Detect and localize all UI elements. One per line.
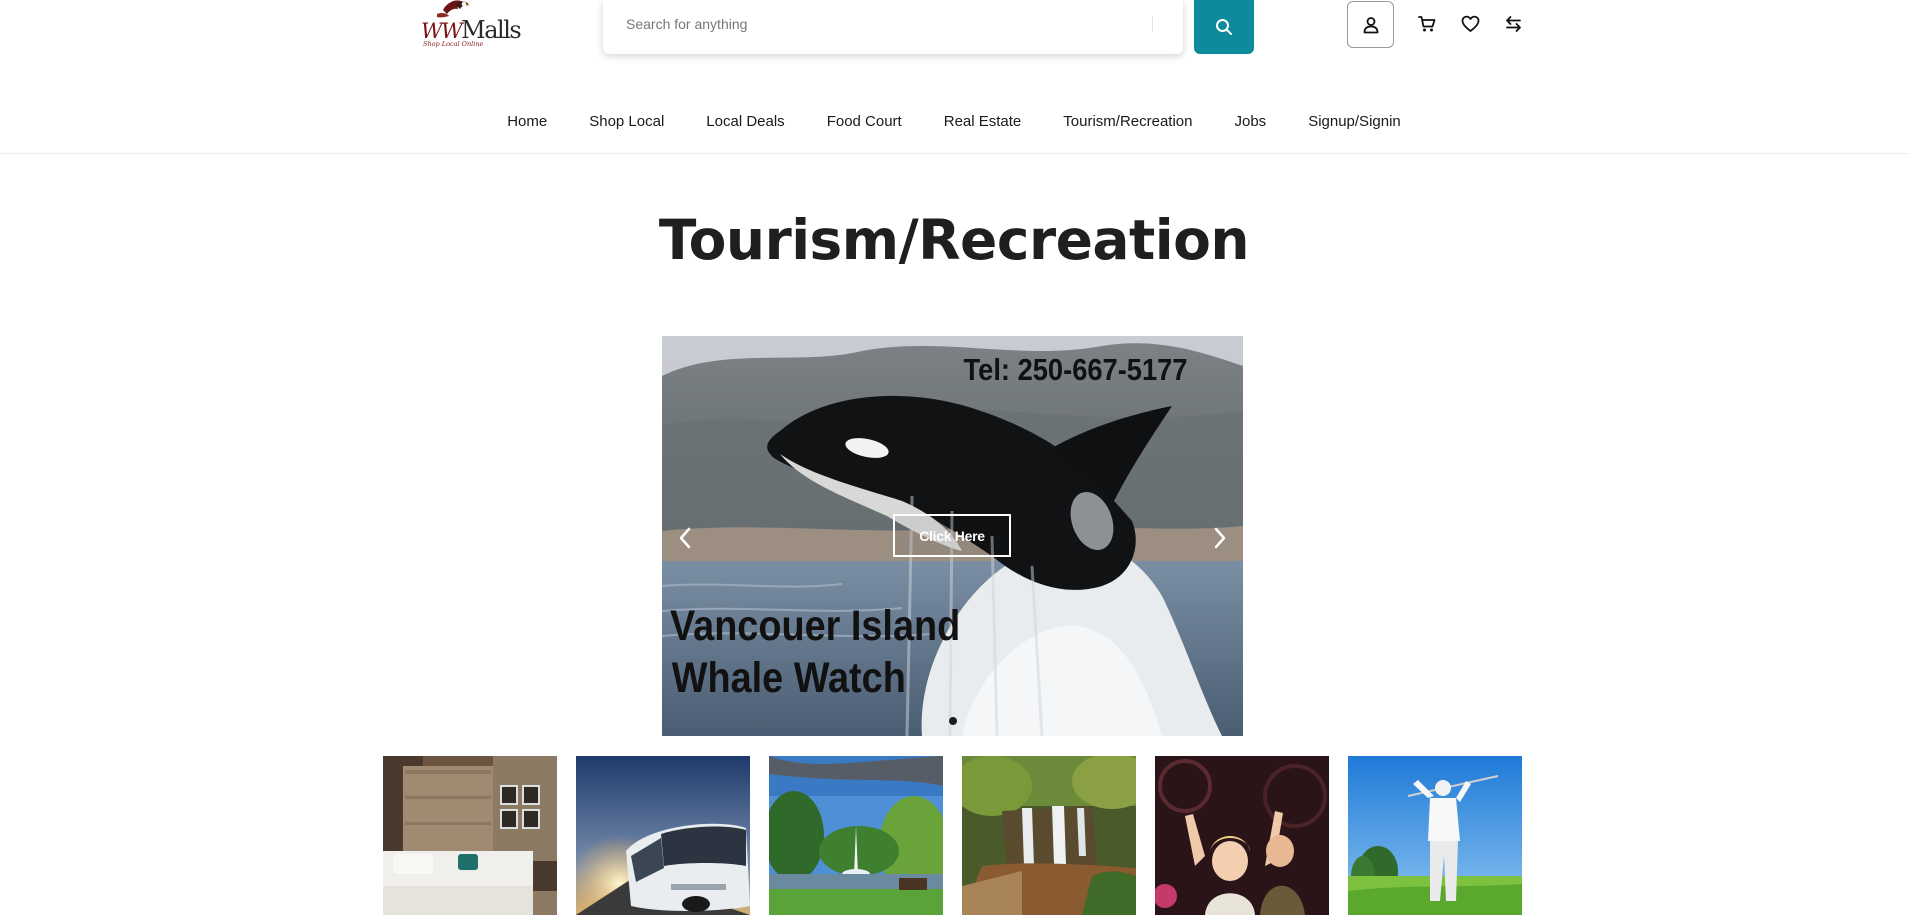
slide-headline-line1: Vancouer Island — [670, 602, 961, 650]
thumb-golfer[interactable] — [1348, 756, 1522, 915]
thumb-hotel-room[interactable] — [383, 756, 557, 915]
site-logo[interactable]: WWMalls Shop Local Online — [405, 0, 522, 52]
hotel-room-image — [383, 756, 557, 915]
cart-icon — [1418, 16, 1436, 32]
carousel-dot-active[interactable] — [948, 717, 957, 725]
nav-item-signup-signin[interactable]: Signup/Signin — [1308, 113, 1401, 130]
nav-item-real-estate[interactable]: Real Estate — [944, 113, 1022, 130]
slide-phone: Tel: 250-667-5177 — [963, 352, 1187, 387]
chevron-left-icon — [679, 527, 691, 549]
thumb-waterfall[interactable] — [962, 756, 1136, 915]
nav-item-tourism-recreation[interactable]: Tourism/Recreation — [1063, 113, 1192, 130]
nav-item-local-deals[interactable]: Local Deals — [706, 113, 784, 130]
page-title: Tourism/Recreation — [658, 208, 1250, 272]
theatre-performers-image — [1155, 756, 1329, 915]
nav-item-shop-local[interactable]: Shop Local — [589, 113, 664, 130]
search-divider — [1152, 16, 1153, 32]
compare-arrows-icon — [1505, 16, 1521, 32]
account-button[interactable] — [1347, 1, 1394, 48]
carousel-prev-button[interactable] — [674, 524, 696, 552]
nav-item-food-court[interactable]: Food Court — [827, 113, 902, 130]
category-thumbnails — [383, 756, 1523, 915]
search-button[interactable] — [1194, 0, 1254, 54]
carousel-next-button[interactable] — [1209, 524, 1231, 552]
tour-bus-image — [576, 756, 750, 915]
hero-carousel: Tel: 250-667-5177 Vancouer Island Whale … — [662, 336, 1243, 736]
golfer-image — [1348, 756, 1522, 915]
search-bar — [603, 0, 1183, 54]
user-icon — [1363, 16, 1378, 33]
nav-item-jobs[interactable]: Jobs — [1235, 113, 1267, 130]
main-nav: Home Shop Local Local Deals Food Court R… — [0, 100, 1908, 142]
heart-icon — [1461, 15, 1479, 32]
search-icon — [1216, 19, 1232, 35]
carousel-indicators — [662, 717, 1243, 725]
thumb-park-fountain[interactable] — [769, 756, 943, 915]
compare-button[interactable] — [1500, 11, 1526, 37]
slide-headline: Vancouer Island Whale Watch — [670, 600, 961, 704]
wishlist-button[interactable] — [1457, 11, 1483, 37]
chevron-right-icon — [1214, 527, 1226, 549]
park-fountain-image — [769, 756, 943, 915]
waterfall-image — [962, 756, 1136, 915]
thumb-theatre-performers[interactable] — [1155, 756, 1329, 915]
logo-tagline: Shop Local Online — [423, 40, 484, 48]
nav-item-home[interactable]: Home — [507, 113, 547, 130]
nav-divider — [0, 153, 1908, 154]
thumb-tour-bus[interactable] — [576, 756, 750, 915]
slide-headline-line2: Whale Watch — [671, 654, 906, 702]
cart-button[interactable] — [1414, 11, 1440, 37]
search-input[interactable] — [603, 0, 1143, 48]
click-here-button[interactable]: Click Here — [893, 514, 1011, 557]
